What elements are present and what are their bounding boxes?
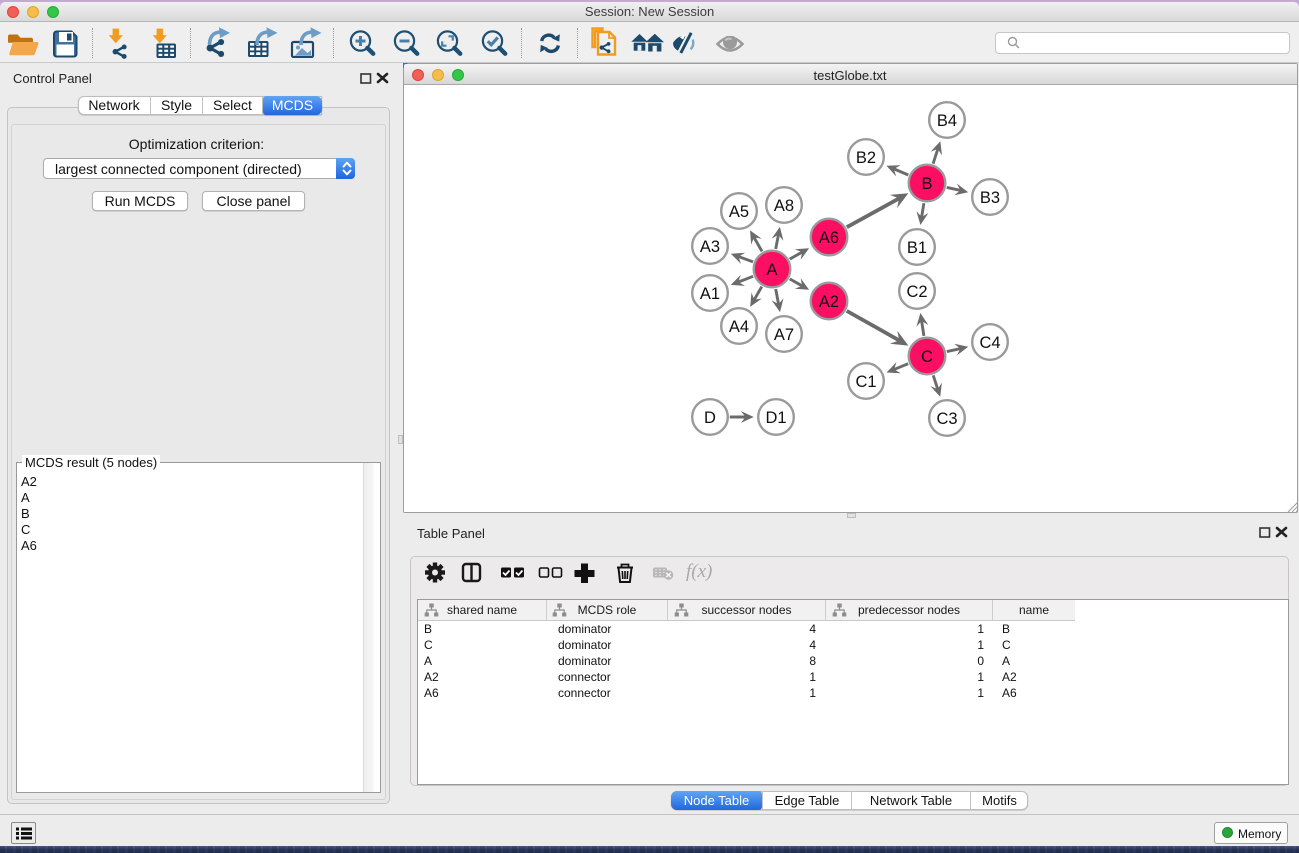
svg-text:A4: A4 <box>729 318 749 336</box>
svg-text:A5: A5 <box>729 203 749 221</box>
svg-text:C2: C2 <box>906 283 927 301</box>
svg-text:C3: C3 <box>936 410 957 428</box>
svg-text:C4: C4 <box>979 334 1000 352</box>
svg-text:A8: A8 <box>774 197 794 215</box>
svg-text:B4: B4 <box>937 112 957 130</box>
svg-text:C: C <box>921 348 933 366</box>
svg-text:C1: C1 <box>855 373 876 391</box>
svg-text:A: A <box>766 261 777 279</box>
svg-text:B2: B2 <box>856 149 876 167</box>
svg-text:A2: A2 <box>819 293 839 311</box>
svg-text:A1: A1 <box>700 285 720 303</box>
svg-text:A6: A6 <box>819 229 839 247</box>
svg-text:B: B <box>921 175 932 193</box>
svg-text:B1: B1 <box>907 239 927 257</box>
svg-text:D1: D1 <box>765 409 786 427</box>
svg-text:B3: B3 <box>980 189 1000 207</box>
svg-text:A7: A7 <box>774 326 794 344</box>
svg-text:D: D <box>704 409 716 427</box>
svg-text:A3: A3 <box>700 238 720 256</box>
